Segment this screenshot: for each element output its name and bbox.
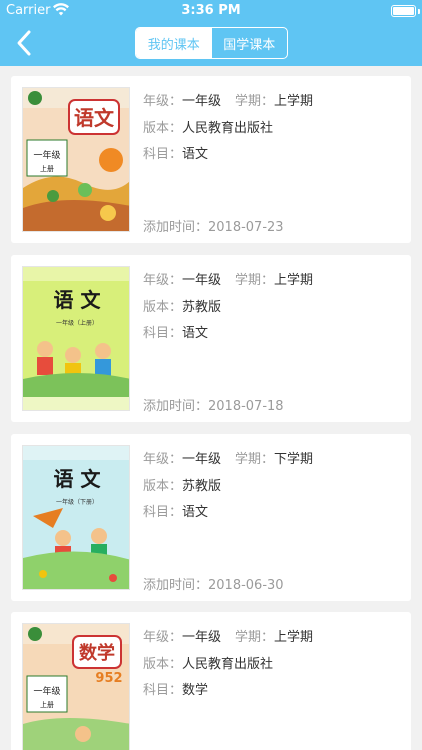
cover-title: 语文 xyxy=(74,106,115,130)
term-value: 上学期 xyxy=(274,273,314,288)
grade-value: 一年级 xyxy=(182,273,222,288)
book-cover: 语文 一年级 上册 xyxy=(22,87,130,232)
term-label: 学期： xyxy=(235,630,275,645)
subject-value: 语文 xyxy=(182,147,209,162)
added-label: 添加时间： xyxy=(143,399,209,414)
textbook-card[interactable]: 数学 952 一年级 上册 年级：一年级 学期：上学期 版本：人民教育出版社 科目… xyxy=(11,612,411,750)
term-label: 学期： xyxy=(235,273,275,288)
cover-title: 语 文 xyxy=(54,288,102,312)
book-cover: 数学 952 一年级 上册 xyxy=(22,623,130,750)
cover-grade: 一年级（上册） xyxy=(56,319,98,327)
battery-icon xyxy=(391,5,416,17)
cover-digits: 952 xyxy=(95,671,122,686)
added-label: 添加时间： xyxy=(143,578,209,593)
cover-grade: 一年级 xyxy=(33,685,60,697)
back-button[interactable] xyxy=(14,29,48,59)
edition-label: 版本： xyxy=(143,479,183,494)
term-value: 下学期 xyxy=(274,452,314,467)
grade-value: 一年级 xyxy=(182,452,222,467)
grade-value: 一年级 xyxy=(182,94,222,109)
edition-label: 版本： xyxy=(143,121,183,136)
tab-classics-textbooks[interactable]: 国学课本 xyxy=(212,28,288,58)
added-date: 2018-06-30 xyxy=(208,578,284,593)
subject-label: 科目： xyxy=(143,326,183,341)
textbook-segmented-control: 我的课本 国学课本 xyxy=(135,27,288,59)
term-value: 上学期 xyxy=(274,630,314,645)
edition-value: 人民教育出版社 xyxy=(182,657,274,672)
battery-tip xyxy=(418,9,420,14)
added-label: 添加时间： xyxy=(143,220,209,235)
cover-volume: 上册 xyxy=(40,700,54,709)
term-label: 学期： xyxy=(235,452,275,467)
textbook-card[interactable]: 语文 一年级 上册 年级：一年级 学期：上学期 版本：人民教育出版社 科目：语文 … xyxy=(11,76,411,243)
added-date: 2018-07-18 xyxy=(208,399,284,414)
edition-value: 苏教版 xyxy=(182,479,222,494)
subject-value: 语文 xyxy=(182,326,209,341)
subject-value: 语文 xyxy=(182,505,209,520)
book-cover: 语 文 一年级（上册） xyxy=(22,266,130,411)
subject-label: 科目： xyxy=(143,505,183,520)
grade-label: 年级： xyxy=(143,273,183,288)
tab-my-textbooks[interactable]: 我的课本 xyxy=(136,28,212,58)
cover-grade: 一年级（下册） xyxy=(56,498,98,506)
subject-label: 科目： xyxy=(143,683,183,698)
grade-label: 年级： xyxy=(143,452,183,467)
edition-value: 苏教版 xyxy=(182,300,222,315)
edition-label: 版本： xyxy=(143,300,183,315)
added-date: 2018-07-23 xyxy=(208,220,284,235)
term-value: 上学期 xyxy=(274,94,314,109)
cover-grade: 一年级 xyxy=(33,149,60,161)
term-label: 学期： xyxy=(235,94,275,109)
chevron-left-icon xyxy=(17,30,31,56)
nav-header: Carrier 3:36 PM 我的课本 国学课本 xyxy=(0,0,422,66)
textbook-card[interactable]: 语 文 一年级（下册） 年级：一年级 学期：下学期 版本：苏教版 科目：语文 添加… xyxy=(11,434,411,601)
cover-title: 数学 xyxy=(79,642,115,664)
textbook-card[interactable]: 语 文 一年级（上册） 年级：一年级 学期：上学期 版本：苏教版 科目：语文 添加… xyxy=(11,255,411,422)
subject-value: 数学 xyxy=(182,683,209,698)
edition-value: 人民教育出版社 xyxy=(182,121,274,136)
grade-value: 一年级 xyxy=(182,630,222,645)
cover-title: 语 文 xyxy=(54,467,102,491)
edition-label: 版本： xyxy=(143,657,183,672)
cover-volume: 上册 xyxy=(40,164,54,173)
status-bar: Carrier 3:36 PM xyxy=(0,0,422,22)
grade-label: 年级： xyxy=(143,94,183,109)
subject-label: 科目： xyxy=(143,147,183,162)
grade-label: 年级： xyxy=(143,630,183,645)
clock: 3:36 PM xyxy=(181,3,241,18)
book-cover: 语 文 一年级（下册） xyxy=(22,445,130,590)
textbook-list: 语文 一年级 上册 年级：一年级 学期：上学期 版本：人民教育出版社 科目：语文 … xyxy=(0,66,422,750)
